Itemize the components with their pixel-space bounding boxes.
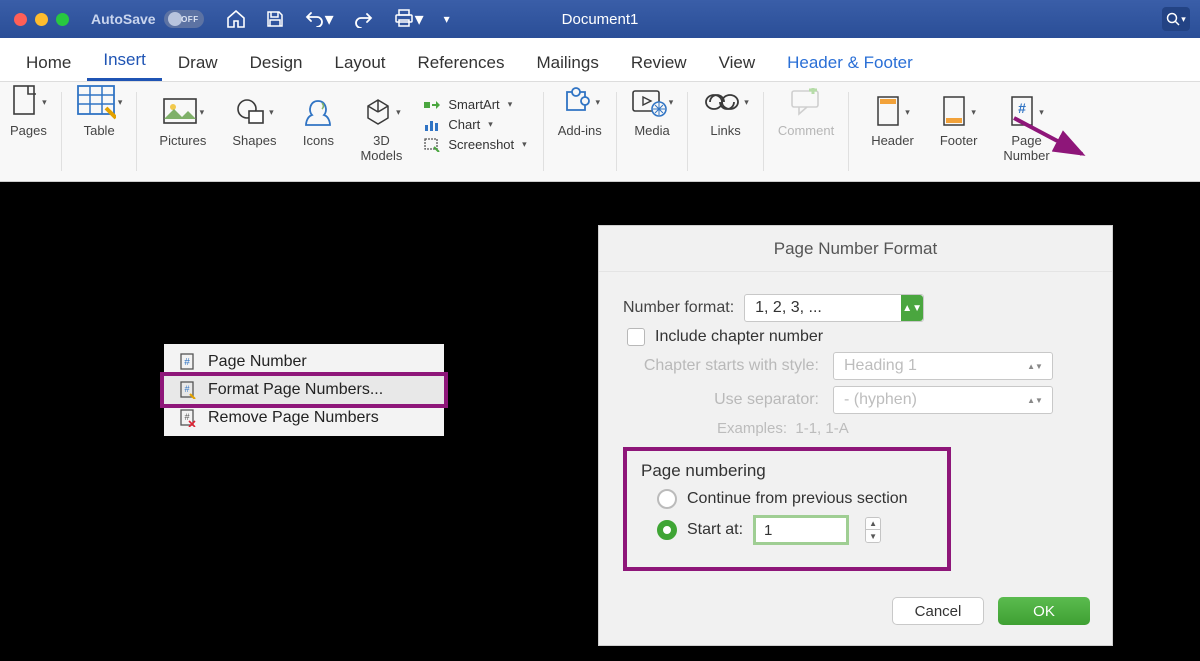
- format-page-numbers-icon: #: [178, 381, 198, 399]
- stepper-icon: ▲▼: [1028, 397, 1042, 404]
- dialog-title: Page Number Format: [599, 226, 1112, 272]
- number-format-label: Number format:: [623, 299, 744, 317]
- separator-label: Use separator:: [623, 391, 833, 409]
- tab-design[interactable]: Design: [234, 43, 319, 81]
- include-chapter-label: Include chapter number: [655, 328, 823, 346]
- search-button[interactable]: ▾: [1162, 7, 1190, 31]
- tab-insert[interactable]: Insert: [87, 40, 162, 81]
- header-button[interactable]: ▾ Header: [861, 92, 924, 149]
- menu-page-number[interactable]: # Page Number: [164, 348, 444, 376]
- home-icon[interactable]: [226, 10, 246, 28]
- start-at-input[interactable]: 1: [753, 515, 849, 545]
- save-icon[interactable]: [266, 10, 284, 28]
- quick-access-toolbar: ▾ ▾ ▾: [226, 9, 450, 30]
- footer-button[interactable]: ▾ Footer: [930, 92, 988, 149]
- smartart-button[interactable]: SmartArt▾: [418, 96, 530, 113]
- autosave-switch[interactable]: OFF: [164, 10, 204, 28]
- remove-page-numbers-icon: #: [178, 409, 198, 427]
- cancel-button[interactable]: Cancel: [892, 597, 984, 625]
- tab-review[interactable]: Review: [615, 43, 703, 81]
- dropdown-icon: ▲▼: [901, 295, 923, 321]
- tab-home[interactable]: Home: [10, 43, 87, 81]
- document-title: Document1: [562, 11, 639, 28]
- addins-button[interactable]: ▾ Add-ins: [548, 82, 612, 181]
- tab-references[interactable]: References: [402, 43, 521, 81]
- start-at-stepper[interactable]: ▲▼: [865, 517, 881, 543]
- autosave-label: AutoSave: [91, 11, 156, 27]
- pages-button[interactable]: ▾ Pages: [0, 82, 57, 181]
- ribbon-body: ▾ Pages ▾ Table ▾ Pictures ▾ Shapes Icon…: [0, 82, 1200, 182]
- comment-button: Comment: [768, 82, 844, 181]
- include-chapter-checkbox[interactable]: [627, 328, 645, 346]
- redo-icon[interactable]: [354, 10, 374, 28]
- page-number-label: Page Number: [1003, 134, 1049, 164]
- page-numbering-section: Page numbering Continue from previous se…: [623, 447, 951, 571]
- illustrations-group: ▾ Pictures ▾ Shapes Icons ▾ 3D Models Sm…: [141, 82, 538, 181]
- start-at-radio[interactable]: [657, 520, 677, 540]
- customize-qat-icon[interactable]: ▾: [444, 12, 450, 26]
- examples-label: Examples:: [717, 420, 787, 437]
- 3d-models-button[interactable]: ▾ 3D Models: [350, 92, 412, 164]
- continue-previous-radio[interactable]: [657, 489, 677, 509]
- zoom-window-button[interactable]: [56, 13, 69, 26]
- close-window-button[interactable]: [14, 13, 27, 26]
- page-number-context-menu: # Page Number # Format Page Numbers... #…: [164, 344, 444, 436]
- pictures-button[interactable]: ▾ Pictures: [149, 92, 216, 149]
- start-at-label: Start at:: [687, 521, 743, 539]
- chart-button[interactable]: Chart▾: [418, 116, 530, 133]
- links-button[interactable]: ▾ Links: [692, 82, 759, 181]
- tab-draw[interactable]: Draw: [162, 43, 234, 81]
- continue-previous-radio-row[interactable]: Continue from previous section: [657, 489, 933, 509]
- examples-value: 1-1, 1-A: [795, 420, 848, 437]
- chapter-style-label: Chapter starts with style:: [623, 357, 833, 375]
- svg-text:#: #: [184, 357, 190, 368]
- start-at-radio-row[interactable]: Start at: 1 ▲▼: [657, 515, 933, 545]
- undo-icon[interactable]: ▾: [304, 9, 334, 30]
- header-footer-group: ▾ Header ▾ Footer #▾ Page Number: [853, 82, 1067, 181]
- illu-stack: SmartArt▾ Chart▾ Screenshot▾: [418, 92, 530, 153]
- screenshot-button[interactable]: Screenshot▾: [418, 136, 530, 153]
- icons-button[interactable]: Icons: [292, 92, 344, 149]
- menu-format-page-numbers[interactable]: # Format Page Numbers...: [164, 376, 444, 404]
- tab-mailings[interactable]: Mailings: [520, 43, 614, 81]
- separator-select: - (hyphen) ▲▼: [833, 386, 1053, 414]
- page-numbering-title: Page numbering: [641, 461, 933, 481]
- tab-view[interactable]: View: [703, 43, 772, 81]
- number-format-select[interactable]: 1, 2, 3, ... ▲▼: [744, 294, 924, 322]
- page-number-button[interactable]: #▾ Page Number: [993, 92, 1059, 164]
- shapes-button[interactable]: ▾ Shapes: [222, 92, 286, 149]
- menu-remove-page-numbers[interactable]: # Remove Page Numbers: [164, 404, 444, 432]
- minimize-window-button[interactable]: [35, 13, 48, 26]
- svg-text:#: #: [184, 384, 189, 394]
- tab-header-footer[interactable]: Header & Footer: [771, 43, 929, 81]
- 3d-models-label: 3D Models: [360, 134, 402, 164]
- ok-button[interactable]: OK: [998, 597, 1090, 625]
- step-up-icon[interactable]: ▲: [866, 518, 880, 530]
- page-number-format-dialog: Page Number Format Number format: 1, 2, …: [598, 225, 1113, 646]
- tab-layout[interactable]: Layout: [318, 43, 401, 81]
- media-button[interactable]: ▾ Media: [621, 82, 684, 181]
- print-icon[interactable]: ▾: [394, 9, 424, 30]
- svg-text:#: #: [1018, 100, 1026, 116]
- ribbon-tabs: Home Insert Draw Design Layout Reference…: [0, 38, 1200, 82]
- window-titlebar: AutoSave OFF ▾ ▾ ▾ Document1 ▾: [0, 0, 1200, 38]
- page-number-icon: #: [178, 353, 198, 371]
- step-down-icon[interactable]: ▼: [866, 530, 880, 542]
- svg-text:#: #: [184, 412, 189, 422]
- window-controls: [14, 13, 69, 26]
- table-button[interactable]: ▾ Table: [66, 82, 133, 181]
- autosave-toggle[interactable]: AutoSave OFF: [91, 10, 204, 28]
- chapter-style-select: Heading 1 ▲▼: [833, 352, 1053, 380]
- stepper-icon: ▲▼: [1028, 363, 1042, 370]
